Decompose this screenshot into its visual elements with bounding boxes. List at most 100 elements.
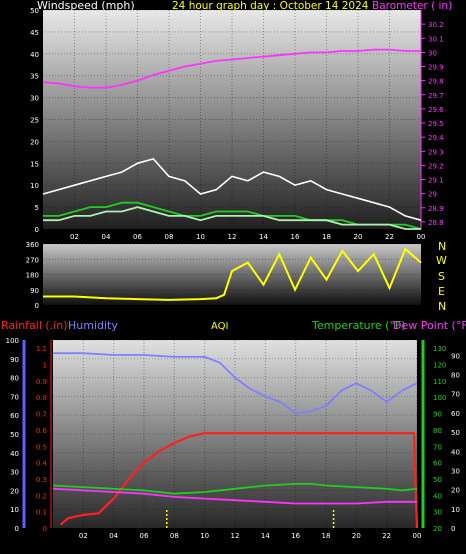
- baro-y-tick-label: 29.3: [428, 148, 444, 156]
- humidity-y-tick-label: 50: [10, 431, 19, 439]
- humidity-y-tick-label: 20: [10, 487, 19, 495]
- direction-y-tick-label: 360: [26, 241, 39, 249]
- temp-y-tick-label: 40: [433, 492, 442, 500]
- baro-y-tick-label: 28.9: [428, 205, 444, 213]
- x-tick-label: 14: [261, 532, 270, 540]
- x-tick-label: 02: [79, 532, 88, 540]
- wind-y-tick-label: 20: [30, 138, 39, 146]
- wind-y-tick-label: 10: [30, 182, 39, 190]
- temp-y-tick-label: 50: [433, 476, 442, 484]
- temp-y-tick-label: 70: [433, 443, 442, 451]
- rain-y-tick-label: 1: [43, 362, 47, 370]
- temp-y-tick-label: 100: [433, 394, 446, 402]
- direction-y-tick-label: 90: [30, 287, 39, 295]
- rain-y-tick-label: 0.1: [36, 509, 47, 517]
- x-tick-label: 02: [70, 233, 79, 241]
- wind-y-tick-label: 45: [30, 29, 39, 37]
- rain-y-tick-label: 0.9: [36, 378, 47, 386]
- rain-y-tick-label: 0.6: [36, 427, 48, 435]
- x-tick-label: 00: [413, 532, 422, 540]
- baro-y-tick-label: 29.4: [428, 134, 444, 142]
- baro-y-tick-label: 29.2: [428, 162, 444, 170]
- wind-y-tick-label: 5: [35, 204, 39, 212]
- temp-y-tick-label: 80: [433, 427, 442, 435]
- wind-y-tick-label: 0: [35, 226, 39, 234]
- baro-y-tick-label: 28.8: [428, 219, 444, 227]
- x-tick-label: 08: [170, 532, 179, 540]
- x-tick-label: 18: [322, 532, 331, 540]
- baro-y-tick-label: 30: [428, 49, 437, 57]
- wind-y-tick-label: 40: [30, 51, 39, 59]
- dew-y-tick-label: 10: [451, 506, 460, 514]
- x-tick-label: 20: [354, 233, 363, 241]
- compass-s: S: [438, 270, 445, 283]
- baro-y-tick-label: 29.9: [428, 64, 444, 72]
- rain-y-tick-label: 1.1: [36, 345, 47, 353]
- direction-y-tick-label: 0: [35, 302, 39, 310]
- baro-y-tick-label: 29.7: [428, 92, 444, 100]
- rain-y-tick-label: 0: [43, 525, 47, 533]
- temp-y-tick-label: 110: [433, 378, 446, 386]
- x-tick-label: 00: [417, 233, 426, 241]
- humidity-y-tick-label: 0: [15, 525, 19, 533]
- humidity-y-tick-label: 90: [10, 356, 19, 364]
- humidity-y-tick-label: 60: [10, 412, 19, 420]
- baro-y-tick-label: 29.1: [428, 177, 444, 185]
- wind-y-tick-label: 50: [30, 7, 39, 15]
- wind-y-tick-label: 35: [30, 73, 39, 81]
- dew-y-tick-label: 40: [451, 448, 460, 456]
- temp-y-tick-label: 130: [433, 345, 446, 353]
- x-tick-label: 12: [231, 532, 240, 540]
- humidity-y-tick-label: 70: [10, 393, 19, 401]
- x-tick-label: 16: [291, 532, 300, 540]
- temperature-label: Temperature (°F): [311, 319, 406, 332]
- x-tick-label: 10: [196, 233, 205, 241]
- rain-y-tick-label: 0.7: [36, 411, 47, 419]
- compass-n-bottom: N: [438, 300, 446, 313]
- x-tick-label: 12: [228, 233, 237, 241]
- rain-y-tick-label: 0.5: [36, 443, 47, 451]
- x-tick-label: 14: [259, 233, 268, 241]
- rainfall-label: Rainfall (.in): [1, 319, 68, 332]
- dew-y-tick-label: 20: [451, 487, 460, 495]
- direction-y-tick-label: 270: [26, 256, 39, 264]
- humidity-y-tick-label: 40: [10, 450, 19, 458]
- humidity-y-tick-label: 10: [10, 506, 19, 514]
- rain-y-tick-label: 0.2: [36, 492, 47, 500]
- dew-y-tick-label: 70: [451, 391, 460, 399]
- compass-n-top: N: [438, 240, 446, 253]
- temp-y-tick-label: 120: [433, 362, 446, 370]
- baro-y-tick-label: 30.2: [428, 21, 444, 29]
- x-tick-label: 08: [165, 233, 174, 241]
- dew-y-tick-label: 0: [451, 525, 455, 533]
- humidity-label: Humidity: [68, 319, 118, 332]
- x-tick-label: 18: [322, 233, 331, 241]
- humidity-y-tick-label: 100: [6, 337, 19, 345]
- x-tick-label: 06: [140, 532, 149, 540]
- wind-y-tick-label: 25: [30, 117, 39, 125]
- weather-graph: Windspeed (mph) 24 hour graph day : Octo…: [0, 0, 466, 554]
- dew-point-label: Dew Point (°F): [393, 319, 466, 332]
- weather-graph-svg: Windspeed (mph) 24 hour graph day : Octo…: [1, 0, 466, 540]
- rain-y-tick-label: 0.3: [36, 476, 47, 484]
- humidity-y-tick-label: 30: [10, 469, 19, 477]
- dew-y-tick-label: 50: [451, 429, 460, 437]
- x-tick-label: 04: [109, 532, 118, 540]
- baro-y-tick-label: 29.5: [428, 120, 444, 128]
- baro-y-tick-label: 30.1: [428, 35, 444, 43]
- dew-y-tick-label: 80: [451, 372, 460, 380]
- x-tick-label: 10: [200, 532, 209, 540]
- dew-y-tick-label: 30: [451, 467, 460, 475]
- humidity-y-tick-label: 80: [10, 375, 19, 383]
- dew-y-tick-label: 60: [451, 410, 460, 418]
- aqi-label: AQI: [211, 321, 229, 332]
- chart-title: 24 hour graph day : October 14 2024: [172, 0, 369, 12]
- dew-y-tick-label: 90: [451, 352, 460, 360]
- x-tick-label: 06: [133, 233, 142, 241]
- wind-y-tick-label: 30: [30, 95, 39, 103]
- compass-w: W: [436, 254, 447, 267]
- temp-y-tick-label: 90: [433, 411, 442, 419]
- temp-y-tick-label: 30: [433, 509, 442, 517]
- rain-y-tick-label: 0.4: [36, 460, 48, 468]
- x-tick-label: 22: [382, 532, 391, 540]
